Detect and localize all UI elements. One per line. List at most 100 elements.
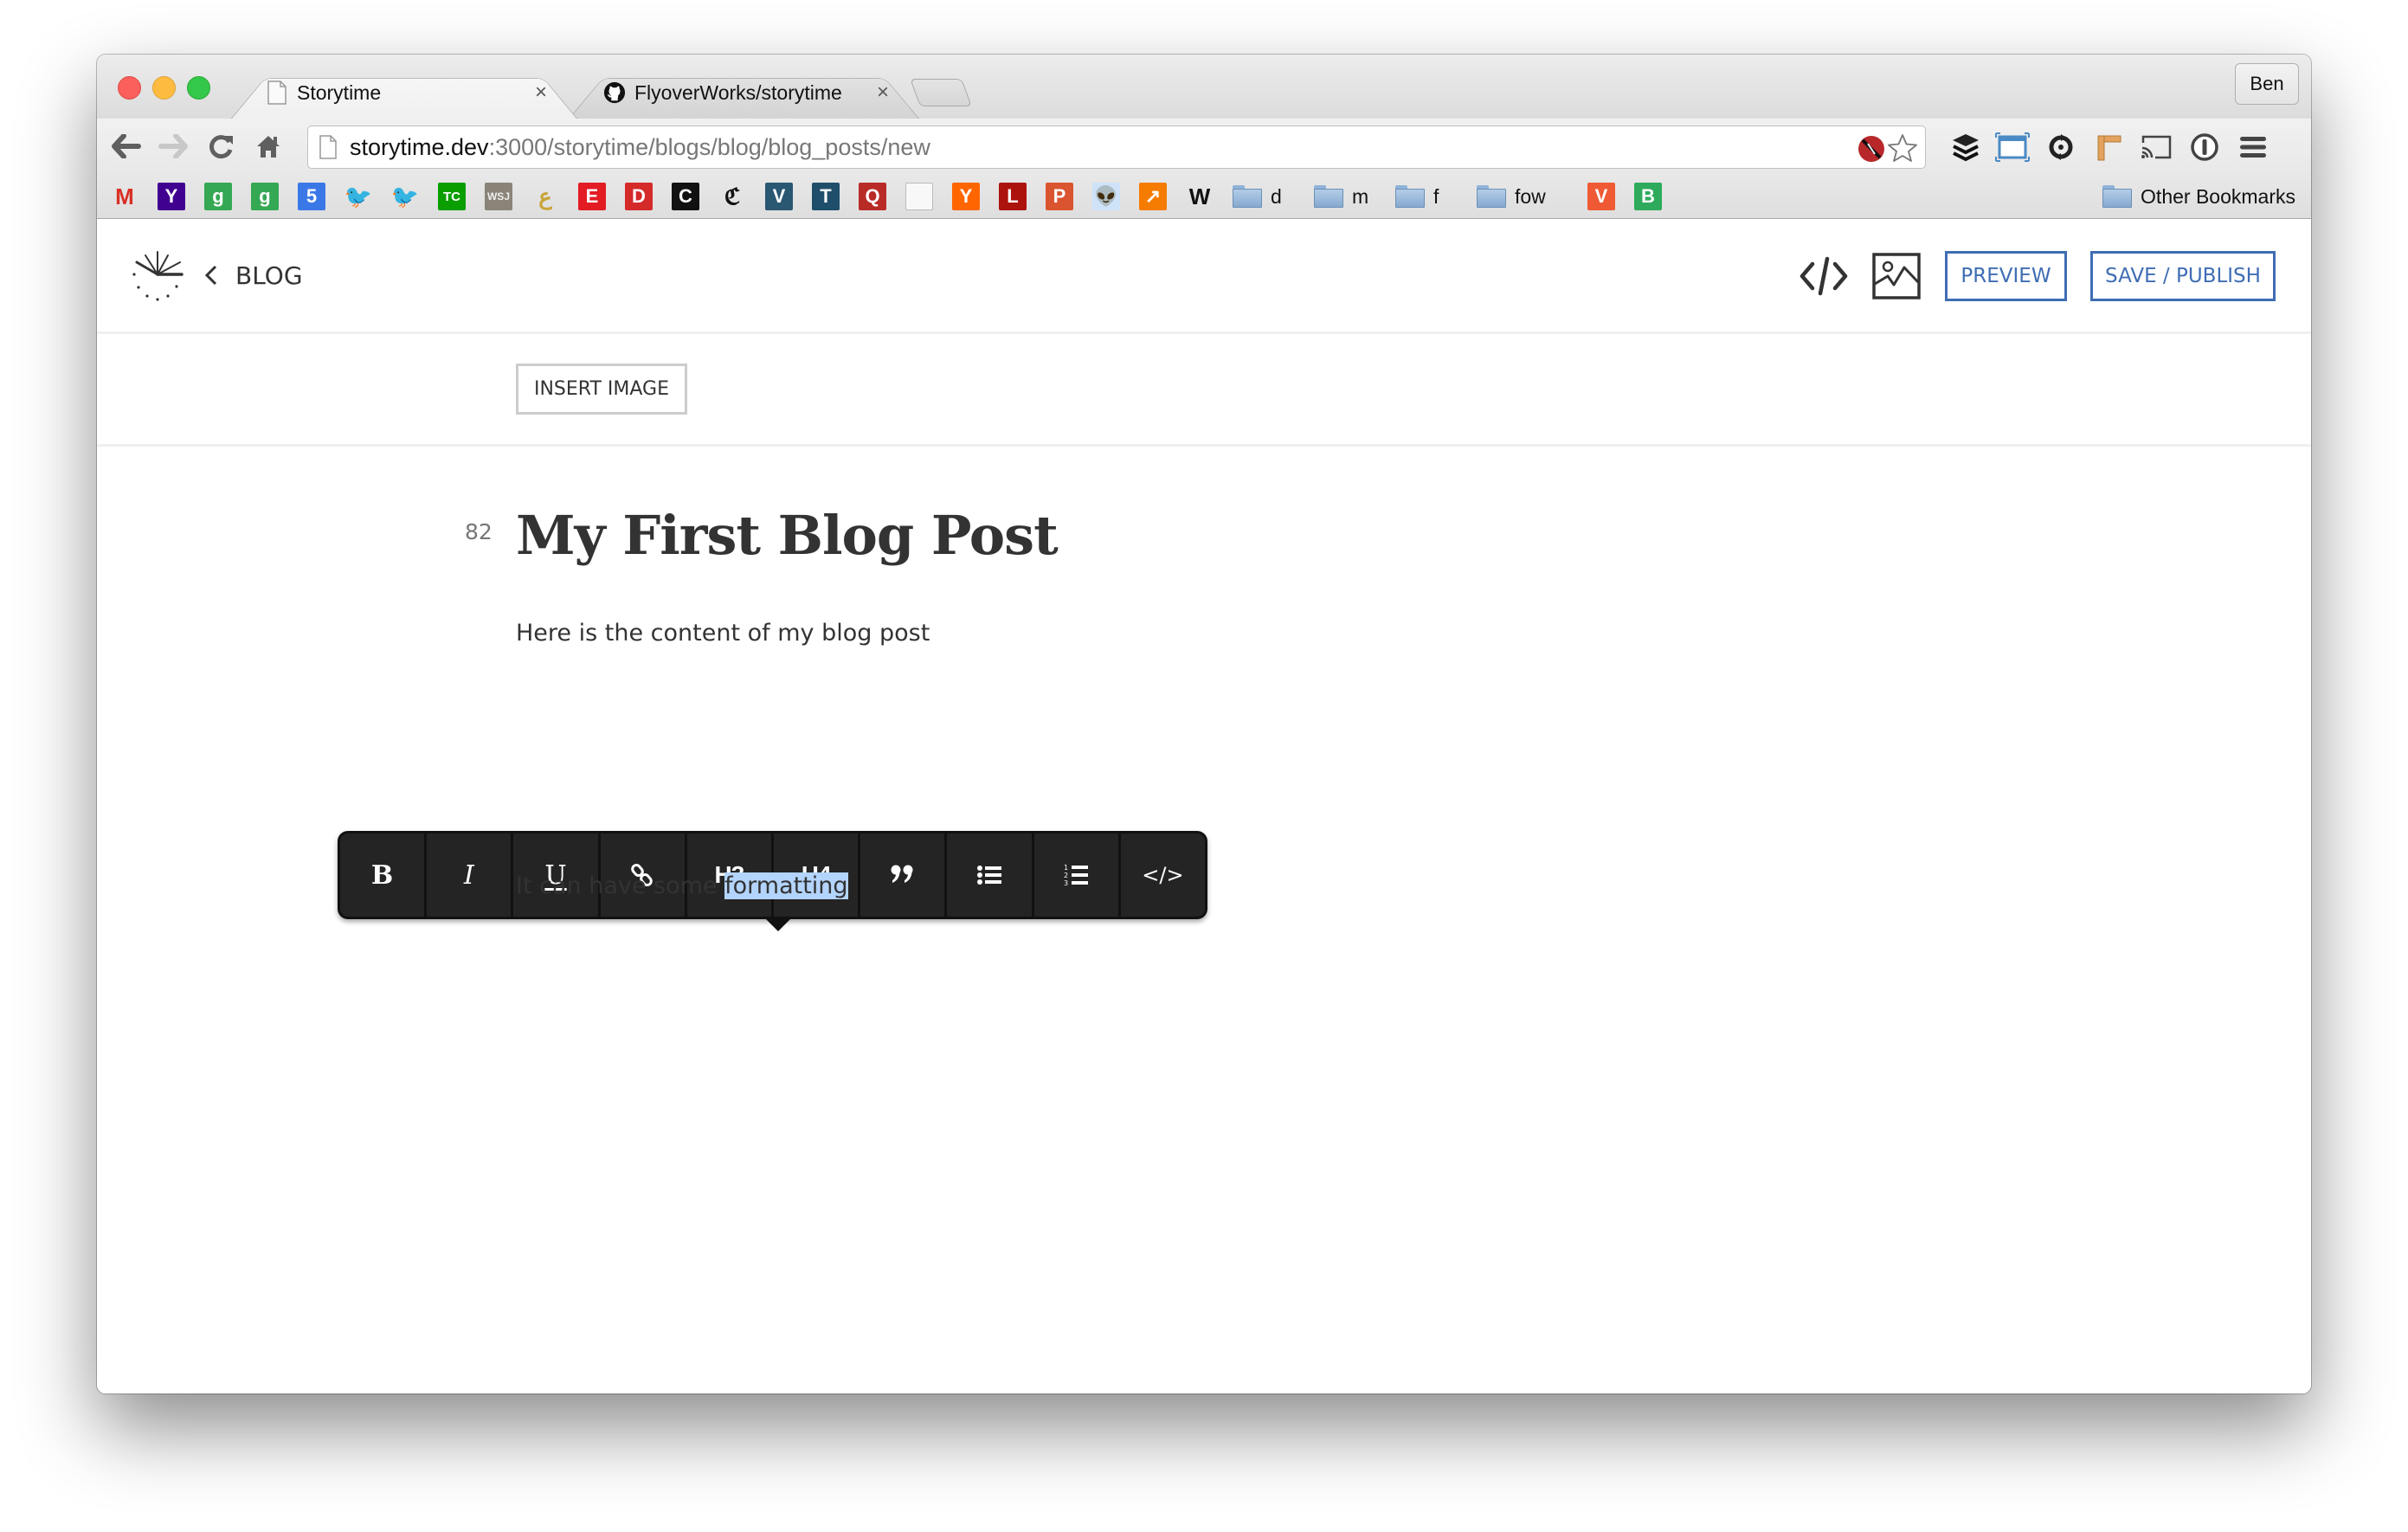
arrow-right-icon: [158, 134, 188, 158]
bookmark-analytics[interactable]: ↗: [1139, 183, 1167, 210]
new-tab-button[interactable]: [910, 79, 972, 106]
insert-image-icon[interactable]: [1871, 252, 1922, 300]
storytime-logo-icon[interactable]: [132, 250, 187, 306]
address-bar[interactable]: storytime.dev:3000/storytime/blogs/blog/…: [307, 126, 1926, 169]
bookmark-wikipedia[interactable]: W: [1186, 183, 1214, 210]
reload-icon: [209, 135, 233, 159]
bookmark-product-hunt[interactable]: P: [1046, 183, 1073, 210]
cast-extension[interactable]: [2138, 129, 2174, 165]
close-tab-icon[interactable]: ×: [531, 80, 551, 105]
bookmark-google-maps-2[interactable]: g: [251, 183, 279, 210]
save-publish-button[interactable]: SAVE / PUBLISH: [2090, 251, 2276, 301]
insert-bar: INSERT IMAGE: [97, 334, 2311, 447]
home-button[interactable]: [249, 127, 287, 165]
tab-github-storytime[interactable]: FlyoverWorks/storytime ×: [569, 67, 919, 119]
back-to-blog-link[interactable]: BLOG: [204, 254, 303, 297]
post-paragraph[interactable]: Here is the content of my blog post: [516, 620, 930, 647]
code-button[interactable]: </>: [1117, 834, 1205, 917]
post-title[interactable]: My First Blog Post: [516, 504, 1059, 567]
nytimes-icon: ℭ: [724, 183, 741, 209]
texas-tribune-icon: T: [812, 183, 840, 210]
insert-image-button[interactable]: INSERT IMAGE: [516, 364, 687, 415]
google-calendar-icon: 5: [298, 183, 325, 210]
screen-capture-icon: [1995, 132, 2030, 162]
bookmark-gmail[interactable]: M: [111, 183, 138, 210]
bookmark-folder-f[interactable]: f: [1395, 183, 1439, 210]
espn-icon: E: [578, 183, 606, 210]
paragraph-text: It can have some: [516, 872, 725, 899]
bookmark-al-jazeera[interactable]: ع: [531, 183, 559, 210]
bookmark-reddit[interactable]: 👽: [1092, 183, 1120, 210]
sync-extension[interactable]: [2043, 129, 2079, 165]
bookmark-vivaldi[interactable]: V: [1587, 183, 1615, 210]
bookmark-chronicle[interactable]: C: [672, 183, 699, 210]
bookmark-folder-fow[interactable]: fow: [1477, 183, 1546, 210]
reload-button[interactable]: [203, 127, 241, 165]
bookmark-quora[interactable]: Q: [859, 183, 886, 210]
back-label: BLOG: [235, 261, 303, 290]
deadspin-icon: D: [625, 183, 653, 210]
other-bookmarks-folder[interactable]: Other Bookmarks: [2102, 183, 2295, 210]
post-paragraph[interactable]: It can have some formatting: [516, 872, 848, 899]
screen-capture-extension[interactable]: [1994, 129, 2031, 165]
analytics-icon: ↗: [1139, 183, 1167, 210]
folder-icon: [1477, 185, 1506, 208]
bookmark-espn[interactable]: E: [578, 183, 606, 210]
bookmark-google-maps-1[interactable]: g: [204, 183, 232, 210]
google-maps-1-icon: g: [204, 183, 232, 210]
bookmark-yahoo[interactable]: Y: [158, 183, 185, 210]
1password-extension[interactable]: [2186, 129, 2223, 165]
back-button[interactable]: [107, 127, 145, 165]
buffer-extension[interactable]: [1948, 129, 1984, 165]
product-hunt-icon: P: [1046, 183, 1073, 210]
bookmark-folder-d[interactable]: d: [1233, 183, 1282, 210]
zoom-window-button[interactable]: [187, 76, 210, 100]
ruler-extension[interactable]: [2089, 129, 2126, 165]
bookmark-techcrunch[interactable]: TC: [438, 183, 466, 210]
bookmark-nytimes[interactable]: ℭ: [718, 183, 746, 210]
tab-storytime[interactable]: Storytime ×: [231, 67, 577, 119]
bookmark-star-icon[interactable]: [1887, 133, 1918, 163]
bold-icon: B: [370, 859, 394, 891]
close-window-button[interactable]: [118, 76, 141, 100]
bookmark-verge[interactable]: V: [765, 183, 793, 210]
selected-text[interactable]: formatting: [724, 872, 848, 899]
bookmark-deadspin[interactable]: D: [625, 183, 653, 210]
post-editor[interactable]: 82 My First Blog Post Here is the conten…: [97, 447, 2311, 1394]
url-text[interactable]: storytime.dev:3000/storytime/blogs/blog/…: [350, 134, 930, 161]
techcrunch-icon: TC: [438, 183, 466, 210]
bookmark-twitter-1[interactable]: 🐦: [344, 183, 372, 210]
quote-button[interactable]: [858, 834, 944, 917]
gmail-icon: M: [115, 183, 134, 209]
profile-button[interactable]: Ben: [2235, 63, 2299, 105]
bookmark-folder-m[interactable]: m: [1314, 183, 1368, 210]
bookmark-hacker-news[interactable]: Y: [952, 183, 980, 210]
adblock-disabled-icon[interactable]: [1858, 135, 1885, 163]
chevron-left-icon: [204, 265, 217, 286]
hacker-news-icon: Y: [952, 183, 980, 210]
browser-menu-button[interactable]: [2235, 129, 2271, 165]
bold-button[interactable]: B: [340, 834, 424, 917]
bookmark-b-app[interactable]: B: [1634, 183, 1662, 210]
wikipedia-icon: W: [1188, 183, 1211, 209]
quora-icon: Q: [859, 183, 886, 210]
numbered-list-button[interactable]: 1 2 3: [1031, 834, 1118, 917]
bookmark-twitter-2[interactable]: 🐦: [391, 183, 419, 210]
bookmark-google-calendar[interactable]: 5: [298, 183, 325, 210]
home-icon: [257, 136, 280, 158]
italic-button[interactable]: I: [424, 834, 511, 917]
bookmark-wsj[interactable]: WSJ: [485, 183, 512, 210]
bookmark-blank-page[interactable]: [905, 183, 933, 210]
svg-text:2: 2: [1064, 872, 1068, 879]
app-header: BLOG PREVIEW SAVE / PUBLISH: [97, 219, 2311, 334]
bookmark-texas-tribune[interactable]: T: [812, 183, 840, 210]
forward-button[interactable]: [154, 127, 192, 165]
preview-button[interactable]: PREVIEW: [1945, 251, 2067, 301]
minimize-window-button[interactable]: [152, 76, 176, 100]
bookmark-lobsters[interactable]: L: [999, 183, 1027, 210]
bullet-list-button[interactable]: [944, 834, 1031, 917]
close-tab-icon[interactable]: ×: [872, 80, 893, 105]
code-view-icon[interactable]: [1799, 252, 1849, 300]
sync-icon: [2049, 134, 2073, 160]
twitter-2-icon: 🐦: [390, 183, 420, 209]
